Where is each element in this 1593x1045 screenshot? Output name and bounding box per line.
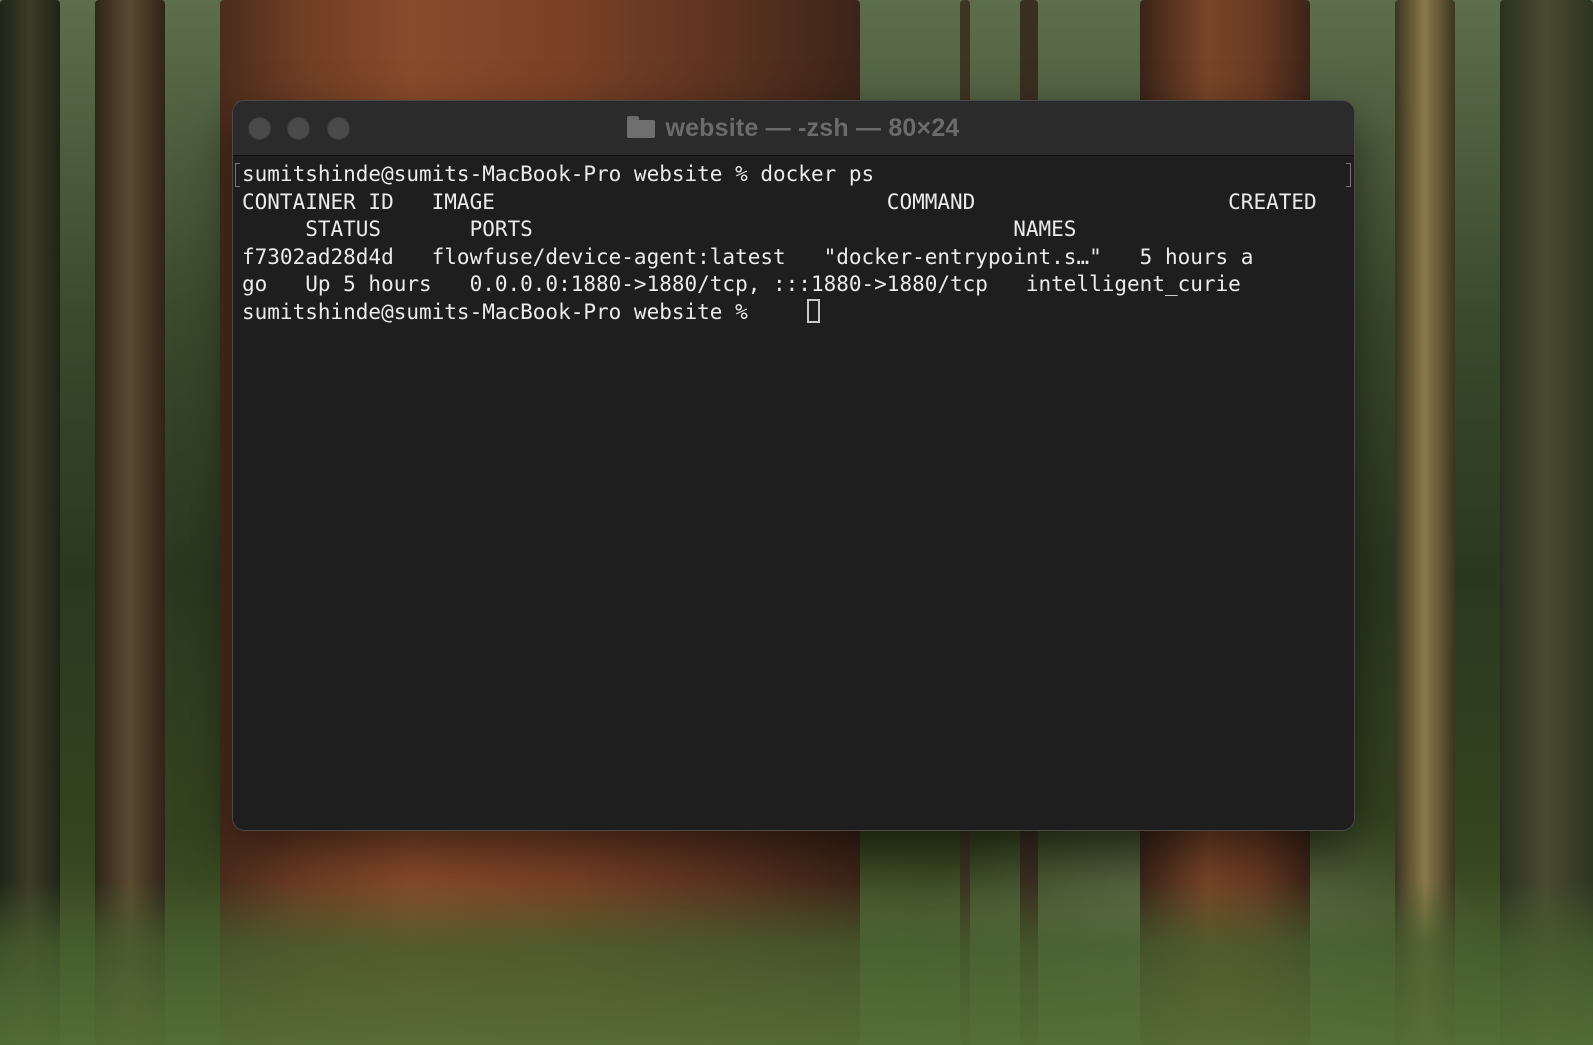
window-titlebar[interactable]: website — -zsh — 80×24 [233, 101, 1354, 156]
terminal-output[interactable]: sumitshinde@sumits-MacBook-Pro website %… [233, 156, 1354, 830]
terminal-line-command: sumitshinde@sumits-MacBook-Pro website %… [242, 162, 875, 186]
window-title-group: website — -zsh — 80×24 [233, 101, 1354, 155]
terminal-line-container-row-wrap: go Up 5 hours 0.0.0.0:1880->1880/tcp, ::… [242, 272, 1241, 296]
terminal-line-header: CONTAINER ID IMAGE COMMAND CREATED [242, 190, 1317, 214]
folder-icon [627, 116, 656, 138]
text-cursor [807, 299, 820, 323]
window-title: website — -zsh — 80×24 [665, 113, 960, 142]
terminal-line-prompt[interactable]: sumitshinde@sumits-MacBook-Pro website % [242, 298, 760, 326]
terminal-window[interactable]: website — -zsh — 80×24 sumitshinde@sumit… [233, 101, 1354, 830]
terminal-line-header-wrap: STATUS PORTS NAMES [242, 217, 1077, 241]
terminal-line-container-row: f7302ad28d4d flowfuse/device-agent:lates… [242, 245, 1254, 269]
mark-bracket-left [235, 163, 240, 187]
mark-bracket-right [1346, 163, 1351, 187]
forest-floor [0, 880, 1593, 1045]
